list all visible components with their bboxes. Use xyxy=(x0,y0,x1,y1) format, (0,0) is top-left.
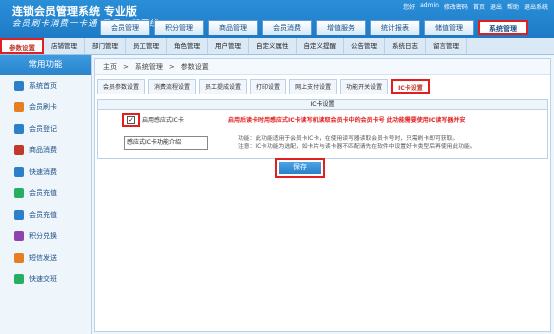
settings-tabs: 会员参数设置 消费流程设置 员工提成设置 打印设置 网上支付设置 功能开关设置 … xyxy=(97,79,430,94)
main-content: 主页 > 系统管理 > 参数设置 会员参数设置 消费流程设置 员工提成设置 打印… xyxy=(94,58,551,332)
coin-icon xyxy=(14,188,24,199)
sidebar-item-swipe[interactable]: 会员刷卡 xyxy=(0,97,91,119)
main-tab-reports[interactable]: 统计报表 xyxy=(370,20,420,35)
sidebar-item-home[interactable]: 系统首页 xyxy=(0,75,91,97)
main-tab-system[interactable]: 系统管理 xyxy=(478,20,528,35)
main-tab-stored-value[interactable]: 储值管理 xyxy=(424,20,474,35)
panel-title: IC卡设置 xyxy=(98,100,547,110)
gift-icon xyxy=(14,231,24,242)
sidebar: 常用功能 系统首页 会员刷卡 会员登记 商品消费 快速消费 会员充值 会员充值 … xyxy=(0,55,92,334)
card-icon xyxy=(14,102,24,113)
subnav-messages[interactable]: 留言管理 xyxy=(426,38,467,54)
top-link-user[interactable]: admin xyxy=(420,2,439,11)
top-link-home[interactable]: 首页 xyxy=(473,2,485,11)
ic-enable-row: ✓ 启用感应式IC卡 启用后读卡时用感应式IC卡读写机读取会员卡中的会员卡号 此… xyxy=(98,111,547,128)
top-link-help[interactable]: 帮助 xyxy=(507,2,519,11)
ic-warning-text: 启用后读卡时用感应式IC卡读写机读取会员卡中的会员卡号 此功能需要使用IC读写器… xyxy=(228,117,466,124)
tab-commission[interactable]: 员工提成设置 xyxy=(199,79,248,94)
sub-nav: 参数设置 店铺管理 部门管理 员工管理 角色管理 用户管理 自定义属性 自定义提… xyxy=(0,38,554,55)
home-icon xyxy=(14,80,24,91)
ic-intro-select[interactable]: 感应式IC卡功能介绍 xyxy=(124,136,208,150)
breadcrumb-current: 参数设置 xyxy=(180,63,209,71)
breadcrumb-sep: > xyxy=(123,63,129,71)
subnav-params[interactable]: 参数设置 xyxy=(0,38,44,54)
main-tab-consumption[interactable]: 会员消费 xyxy=(262,20,312,35)
tab-ic-card[interactable]: IC卡设置 xyxy=(391,79,430,94)
header-bar: 连锁会员管理系统 专业版 会员刷卡消费一卡通 只需一部网线 您好 admin 修… xyxy=(0,0,554,38)
subnav-notices[interactable]: 公告管理 xyxy=(344,38,385,54)
breadcrumb-system[interactable]: 系统管理 xyxy=(135,59,163,74)
subnav-users[interactable]: 用户管理 xyxy=(208,38,249,54)
save-button-wrap: 保存 xyxy=(275,158,325,178)
sidebar-item-goods[interactable]: 商品消费 xyxy=(0,140,91,162)
main-tab-members[interactable]: 会员管理 xyxy=(100,20,150,35)
breadcrumb-sep: > xyxy=(168,63,175,71)
sidebar-item-recharge-2[interactable]: 会员充值 xyxy=(0,204,91,226)
message-icon xyxy=(14,252,24,263)
main-tab-points[interactable]: 积分管理 xyxy=(154,20,204,35)
subnav-custom-remind[interactable]: 自定义提醒 xyxy=(297,38,344,54)
ic-enable-checkbox[interactable]: ✓ xyxy=(127,115,135,124)
ic-note: 功能：此功能适用于会员卡IC卡，在使用读写器读取会员卡号时，只需刷卡即可获取。 … xyxy=(238,136,476,150)
top-link-greeting: 您好 xyxy=(403,4,416,11)
subnav-custom-attr[interactable]: 自定义属性 xyxy=(249,38,297,54)
main-tab-products[interactable]: 商品管理 xyxy=(208,20,258,35)
tab-print[interactable]: 打印设置 xyxy=(250,79,287,94)
subnav-roles[interactable]: 角色管理 xyxy=(167,38,208,54)
subnav-staff[interactable]: 员工管理 xyxy=(126,38,167,54)
top-link-logout[interactable]: 退出 xyxy=(490,2,502,11)
subnav-logs[interactable]: 系统日志 xyxy=(385,38,426,54)
breadcrumb: 主页 > 系统管理 > 参数设置 xyxy=(95,59,550,75)
subnav-departments[interactable]: 部门管理 xyxy=(85,38,126,54)
top-link-exit[interactable]: 退出系统 xyxy=(524,2,548,11)
sidebar-item-register[interactable]: 会员登记 xyxy=(0,118,91,140)
tab-feature-switch[interactable]: 功能开关设置 xyxy=(340,79,389,94)
sidebar-title: 常用功能 xyxy=(0,55,91,75)
tab-consume-flow[interactable]: 消费流程设置 xyxy=(148,79,197,94)
lightning-icon xyxy=(14,166,24,177)
main-tab-value-added[interactable]: 增值服务 xyxy=(316,20,366,35)
ic-info-row: 感应式IC卡功能介绍 功能：此功能适用于会员卡IC卡，在使用读写器读取会员卡号时… xyxy=(98,129,547,157)
shift-icon xyxy=(14,274,24,285)
breadcrumb-home[interactable]: 主页 xyxy=(103,59,117,74)
sidebar-item-recharge[interactable]: 会员充值 xyxy=(0,183,91,205)
main-tabs: 会员管理 积分管理 商品管理 会员消费 增值服务 统计报表 储值管理 系统管理 xyxy=(100,20,528,35)
user-add-icon xyxy=(14,123,24,134)
ic-card-panel: IC卡设置 ✓ 启用感应式IC卡 启用后读卡时用感应式IC卡读写机读取会员卡中的… xyxy=(97,99,548,159)
cart-icon xyxy=(14,145,24,156)
sidebar-item-quick[interactable]: 快速消费 xyxy=(0,161,91,183)
save-button[interactable]: 保存 xyxy=(279,162,321,174)
top-link-password[interactable]: 修改密码 xyxy=(444,2,468,11)
tab-member-params[interactable]: 会员参数设置 xyxy=(97,79,146,94)
ic-enable-checkbox-wrap[interactable]: ✓ xyxy=(122,112,140,127)
subnav-stores[interactable]: 店铺管理 xyxy=(44,38,85,54)
top-links: 您好 admin 修改密码 首页 退出 帮助 退出系统 xyxy=(403,2,548,11)
sidebar-item-points[interactable]: 积分兑换 xyxy=(0,226,91,248)
wallet-icon xyxy=(14,209,24,220)
tab-online-pay[interactable]: 网上支付设置 xyxy=(289,79,338,94)
sidebar-item-shift[interactable]: 快速交班 xyxy=(0,269,91,291)
sidebar-item-sms[interactable]: 短信发送 xyxy=(0,247,91,269)
ic-enable-label: 启用感应式IC卡 xyxy=(142,117,184,124)
